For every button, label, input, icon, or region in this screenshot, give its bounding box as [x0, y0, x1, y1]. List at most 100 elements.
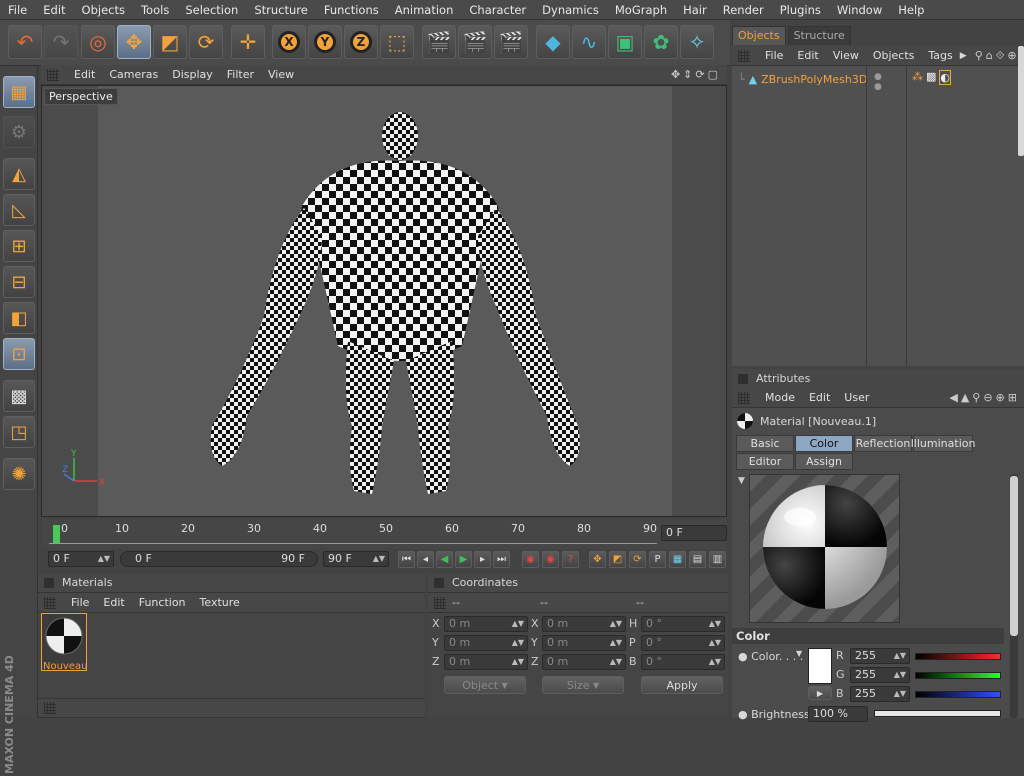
key-position-button[interactable]: ✥ — [589, 551, 606, 568]
viewport-menu-view[interactable]: View — [261, 68, 301, 81]
tab-objects[interactable]: Objects — [732, 26, 786, 45]
key-rotation-button[interactable]: ⟳ — [629, 551, 646, 568]
render-picture-viewer-button[interactable]: 🎬 — [458, 25, 492, 59]
viewport-menu-filter[interactable]: Filter — [220, 68, 261, 81]
grip-icon[interactable] — [738, 391, 750, 404]
viewport-nav-icons[interactable]: ✥⇕⟳▢ — [671, 68, 721, 81]
coordinate-mode-dropdown[interactable]: Object ▼ — [444, 676, 526, 694]
menu-edit[interactable]: Edit — [35, 3, 73, 17]
play-backward-button[interactable]: ◀ — [436, 551, 453, 568]
menu-mograph[interactable]: MoGraph — [607, 3, 675, 17]
key-scale-button[interactable]: ◩ — [609, 551, 626, 568]
grip-icon[interactable] — [47, 68, 59, 81]
timeline-options-button[interactable]: ▤ — [689, 551, 706, 568]
spinner-icon[interactable]: ▲▼ — [98, 552, 110, 566]
r-field[interactable]: 255 ▲▼ — [850, 648, 910, 664]
b-field[interactable]: 255 ▲▼ — [850, 686, 910, 702]
viewport-perspective[interactable]: Perspective Y X Z — [41, 85, 727, 517]
key-pla-button[interactable]: ▦ — [669, 551, 686, 568]
tab-illumination[interactable]: Illumination — [911, 435, 975, 452]
b-slider[interactable] — [915, 691, 1001, 698]
menu-functions[interactable]: Functions — [316, 3, 387, 17]
panel-close-icon[interactable] — [434, 577, 444, 588]
materials-menu-file[interactable]: File — [64, 596, 96, 609]
objects-menu-tags[interactable]: Tags — [921, 49, 959, 62]
objects-menu-file[interactable]: File — [758, 49, 790, 62]
keyframe-selection-button[interactable]: ? — [562, 551, 579, 568]
materials-menu-edit[interactable]: Edit — [96, 596, 131, 609]
pos-z-field[interactable]: 0 m ▲▼ — [444, 654, 528, 670]
transform-button[interactable]: ✛ — [231, 25, 265, 59]
attributes-menu-edit[interactable]: Edit — [802, 391, 837, 404]
add-array-button[interactable]: ✿ — [644, 25, 678, 59]
color-swatch[interactable] — [808, 648, 832, 684]
spinner-icon[interactable]: ▲▼ — [610, 655, 622, 669]
object-row[interactable]: └ ▲ ZBrushPolyMesh3D — [732, 70, 867, 88]
timeline[interactable]: 0 10 20 30 40 50 60 70 80 90 0 F — [41, 519, 727, 549]
menu-window[interactable]: Window — [829, 3, 890, 17]
viewport-menu-display[interactable]: Display — [165, 68, 220, 81]
rot-p-field[interactable]: 0 ° ▲▼ — [641, 635, 725, 651]
use-model-mode-button[interactable]: ▦ — [3, 76, 35, 108]
current-frame-field[interactable]: 0 F — [661, 525, 727, 541]
use-object-mode-button[interactable]: ⚙ — [3, 116, 35, 148]
object-list[interactable]: └ ▲ ZBrushPolyMesh3D ● ● ⁂ ▩ ◐ — [732, 46, 1024, 366]
tab-editor[interactable]: Editor — [736, 453, 794, 470]
color-picker-toggle[interactable]: ▶ — [808, 686, 832, 700]
timeline-ruler[interactable]: 0 10 20 30 40 50 60 70 80 90 — [49, 522, 657, 544]
r-slider[interactable] — [915, 653, 1001, 660]
key-parameter-button[interactable]: P — [649, 551, 666, 568]
menu-more-icon[interactable]: ▶ — [960, 51, 967, 61]
goto-start-button[interactable]: ⏮ — [398, 551, 415, 568]
spinner-icon[interactable]: ▲▼ — [512, 617, 524, 631]
add-cube-button[interactable]: ◆ — [536, 25, 570, 59]
add-spline-button[interactable]: ∿ — [572, 25, 606, 59]
add-deformer-button[interactable]: ✧ — [680, 25, 714, 59]
spinner-icon[interactable]: ▲▼ — [512, 655, 524, 669]
coordinate-system-button[interactable]: ⬚ — [380, 25, 414, 59]
texture-axis-button[interactable]: ◧ — [3, 302, 35, 334]
sculpt-button[interactable]: ✺ — [3, 458, 35, 490]
size-mode-dropdown[interactable]: Size ▼ — [542, 676, 624, 694]
menu-animation[interactable]: Animation — [387, 3, 462, 17]
attributes-menu-mode[interactable]: Mode — [758, 391, 802, 404]
grip-icon[interactable] — [44, 596, 56, 609]
tab-assign[interactable]: Assign — [795, 453, 853, 470]
spinner-icon[interactable]: ▲▼ — [373, 552, 385, 566]
tab-basic[interactable]: Basic — [736, 435, 794, 452]
spinner-icon[interactable]: ▲▼ — [709, 655, 721, 669]
rotate-tool-button[interactable]: ⟳ — [189, 25, 223, 59]
objects-menu-view[interactable]: View — [826, 49, 866, 62]
menu-render[interactable]: Render — [715, 3, 772, 17]
materials-menu-texture[interactable]: Texture — [193, 596, 247, 609]
menu-character[interactable]: Character — [461, 3, 534, 17]
chevron-down-icon[interactable]: ▼ — [796, 649, 802, 658]
checker-mode-button[interactable]: ▩ — [3, 380, 35, 412]
panel-close-icon[interactable] — [44, 577, 54, 588]
frame-range-slider[interactable]: 0 F 90 F — [120, 551, 318, 567]
spinner-icon[interactable]: ▲▼ — [894, 687, 906, 701]
attributes-scrollbar[interactable] — [1010, 474, 1018, 718]
attributes-nav-icons[interactable]: ◀▲⚲⊖⊕⊞ — [949, 391, 1020, 404]
timeline-end-field[interactable]: 90 F ▲▼ — [323, 551, 389, 567]
timeline-extra-button[interactable]: ▥ — [709, 551, 726, 568]
material-thumbnail[interactable]: Nouveau — [41, 613, 87, 672]
size-y-field[interactable]: 0 m ▲▼ — [542, 635, 626, 651]
panel-close-icon[interactable] — [738, 373, 748, 384]
grip-icon[interactable] — [434, 596, 446, 609]
add-nurbs-button[interactable]: ▣ — [608, 25, 642, 59]
collapse-triangle-icon[interactable]: ▼ — [738, 476, 745, 486]
play-forward-button[interactable]: ▶ — [455, 551, 472, 568]
viewport-menu-cameras[interactable]: Cameras — [102, 68, 165, 81]
redo-button[interactable]: ↷ — [44, 25, 78, 59]
tab-reflection[interactable]: Reflection — [854, 435, 912, 452]
visibility-dots-icon[interactable]: ● ● — [874, 72, 882, 92]
scale-tool-button[interactable]: ◩ — [153, 25, 187, 59]
size-x-field[interactable]: 0 m ▲▼ — [542, 616, 626, 632]
y-axis-button[interactable]: Y — [308, 25, 342, 59]
menu-plugins[interactable]: Plugins — [772, 3, 829, 17]
brightness-slider[interactable] — [874, 710, 1001, 717]
brightness-field[interactable]: 100 % — [808, 706, 868, 722]
menu-selection[interactable]: Selection — [177, 3, 246, 17]
goto-end-button[interactable]: ⏭ — [493, 551, 510, 568]
